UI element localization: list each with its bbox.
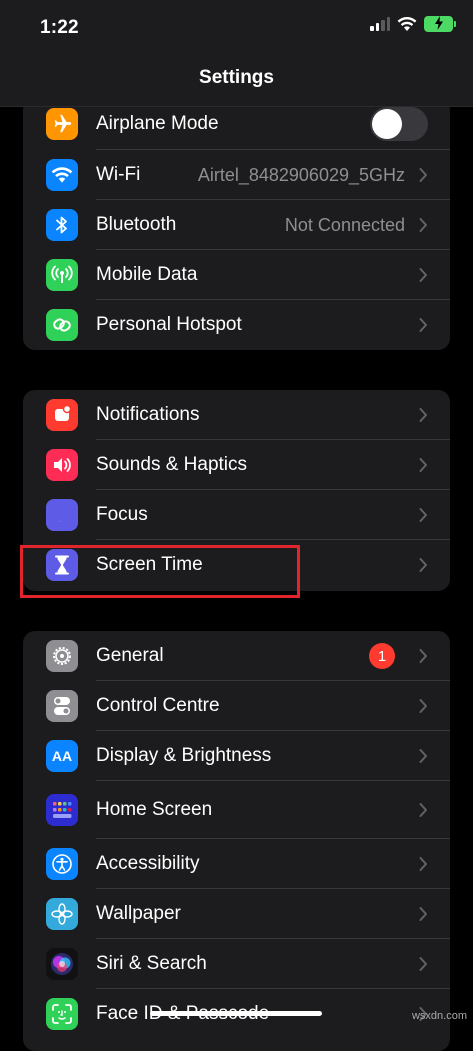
row-label: General	[96, 645, 164, 666]
chevron-right-icon	[419, 803, 428, 818]
settings-row-personal-hotspot[interactable]: Personal Hotspot	[23, 300, 450, 350]
watermark: wsxdn.com	[411, 1010, 467, 1022]
chevron-right-icon	[419, 749, 428, 764]
row-label: Siri & Search	[96, 953, 207, 974]
chevron-right-icon	[419, 957, 428, 972]
flower-icon	[46, 898, 78, 930]
gear-icon	[46, 640, 78, 672]
wifi-status-icon	[397, 16, 417, 32]
accessibility-icon	[46, 848, 78, 880]
status-icons	[370, 16, 456, 32]
moon-icon	[46, 499, 78, 531]
row-label: Wallpaper	[96, 903, 181, 924]
connectivity-group: Airplane Mode Wi-Fi Airtel_8482906029_5G…	[23, 98, 450, 350]
row-label: Sounds & Haptics	[96, 454, 248, 475]
text-size-icon: AA	[46, 740, 78, 772]
chevron-right-icon	[419, 168, 428, 183]
bell-icon	[46, 399, 78, 431]
hotspot-icon	[46, 309, 78, 341]
settings-row-wallpaper[interactable]: Wallpaper	[23, 889, 450, 939]
home-indicator[interactable]	[150, 1011, 322, 1016]
settings-row-home-screen[interactable]: Home Screen	[23, 781, 450, 839]
row-label: Home Screen	[96, 799, 213, 820]
antenna-icon	[46, 259, 78, 291]
chevron-right-icon	[419, 408, 428, 423]
row-label: Wi-Fi	[96, 164, 141, 185]
chevron-right-icon	[419, 907, 428, 922]
cellular-signal-icon	[370, 17, 390, 31]
bluetooth-status-value: Not Connected	[284, 214, 405, 235]
settings-row-sounds-haptics[interactable]: Sounds & Haptics	[23, 440, 450, 490]
chevron-right-icon	[419, 649, 428, 664]
row-label: Airplane Mode	[96, 113, 219, 134]
chevron-right-icon	[419, 318, 428, 333]
bluetooth-icon	[46, 209, 78, 241]
switches-icon	[46, 690, 78, 722]
face-id-icon	[46, 998, 78, 1030]
row-label: Accessibility	[96, 853, 200, 874]
settings-row-siri-search[interactable]: Siri & Search	[23, 939, 450, 989]
chevron-right-icon	[419, 458, 428, 473]
speaker-icon	[46, 449, 78, 481]
chevron-right-icon	[419, 857, 428, 872]
row-label: Notifications	[96, 404, 200, 425]
status-time: 1:22	[40, 17, 79, 38]
settings-row-wifi[interactable]: Wi-Fi Airtel_8482906029_5GHz	[23, 150, 450, 200]
airplane-mode-toggle[interactable]	[370, 107, 428, 141]
settings-row-accessibility[interactable]: Accessibility	[23, 839, 450, 889]
app-grid-icon	[46, 794, 78, 826]
update-count-badge: 1	[369, 643, 395, 669]
settings-row-notifications[interactable]: Notifications	[23, 390, 450, 440]
settings-row-focus[interactable]: Focus	[23, 490, 450, 540]
chevron-right-icon	[419, 558, 428, 573]
screen-time-highlight-box	[20, 545, 300, 598]
wifi-icon	[46, 159, 78, 191]
row-label: Control Centre	[96, 695, 220, 716]
settings-row-general[interactable]: General 1	[23, 631, 450, 681]
chevron-right-icon	[419, 508, 428, 523]
row-label: Display & Brightness	[96, 745, 272, 766]
row-label: Bluetooth	[96, 214, 177, 235]
settings-row-mobile-data[interactable]: Mobile Data	[23, 250, 450, 300]
page-title: Settings	[199, 67, 274, 88]
wifi-network-value: Airtel_8482906029_5GHz	[197, 164, 405, 185]
siri-icon	[46, 948, 78, 980]
chevron-right-icon	[419, 268, 428, 283]
settings-row-control-centre[interactable]: Control Centre	[23, 681, 450, 731]
chevron-right-icon	[419, 218, 428, 233]
chevron-right-icon	[419, 699, 428, 714]
battery-icon	[424, 16, 456, 32]
airplane-icon	[46, 108, 78, 140]
row-label: Mobile Data	[96, 264, 198, 285]
general-group: General 1 Control Centre AA Display & Br…	[23, 631, 450, 1051]
row-label: Personal Hotspot	[96, 314, 242, 335]
row-label: Focus	[96, 504, 148, 525]
top-bar: 1:22 Settings	[0, 0, 473, 107]
settings-row-bluetooth[interactable]: Bluetooth Not Connected	[23, 200, 450, 250]
settings-row-display-brightness[interactable]: AA Display & Brightness	[23, 731, 450, 781]
